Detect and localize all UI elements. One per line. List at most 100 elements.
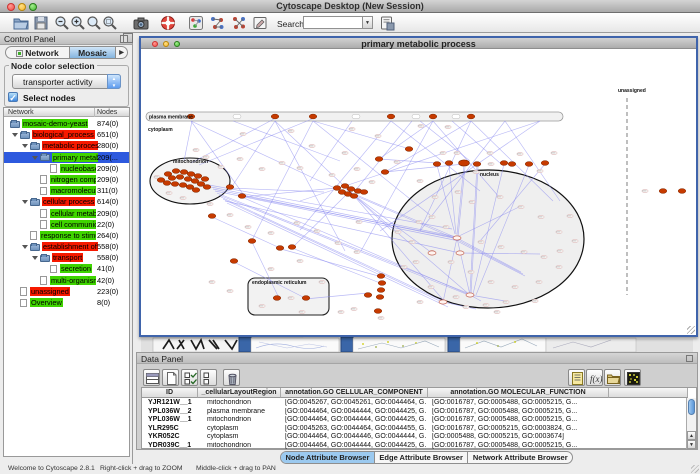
- zoom-fit-icon[interactable]: [86, 15, 102, 31]
- tree-row-secretion[interactable]: secretion41(0): [4, 263, 129, 274]
- cell-r4c4[interactable]: [GO:0016787, GO:0005215, GO:0003824, G..…: [432, 425, 607, 434]
- color-attribute-dropdown[interactable]: transporter activity ▲▼: [12, 74, 121, 89]
- gene-node: [233, 115, 241, 119]
- cell-r1c1[interactable]: YJR121W__1: [148, 399, 198, 408]
- tree-row-multi-organism-pro[interactable]: multi-organism pro42(0): [4, 275, 129, 286]
- formula-icon[interactable]: f(x): [586, 369, 603, 386]
- tree-row-primary-metabolic[interactable]: primary metabolic209(...: [4, 152, 129, 163]
- zoom-in-icon[interactable]: [70, 15, 86, 31]
- cell-r4c1[interactable]: YLR295C: [148, 425, 198, 434]
- tree-row-nucleobase-co[interactable]: nucleobase-co209(0): [4, 163, 129, 174]
- cell-r5c2[interactable]: cytoplasm: [207, 433, 284, 442]
- cell-r3c3[interactable]: [GO:0044464, GO:0044444, GO:0044425, G..…: [285, 416, 426, 425]
- matrix-icon[interactable]: [624, 369, 641, 386]
- cell-r1c3[interactable]: [GO:0045267, GO:0045261, GO:0044464, G..…: [285, 399, 426, 408]
- expand-arrow-icon[interactable]: [22, 144, 28, 148]
- tab-mosaic[interactable]: Mosaic: [70, 47, 116, 58]
- vizmapper-icon[interactable]: [188, 15, 204, 31]
- tree-row-unassigned[interactable]: unassigned223(0): [4, 286, 129, 297]
- help-icon[interactable]: [160, 15, 176, 31]
- zoom-selected-icon[interactable]: [102, 15, 118, 31]
- cell-r5c1[interactable]: YKR052C: [148, 433, 198, 442]
- tab-network[interactable]: Network: [6, 47, 70, 58]
- tree-row-nitrogen-compou[interactable]: nitrogen compou209(0): [4, 174, 129, 185]
- layout-b-icon[interactable]: [231, 15, 247, 31]
- table-scrollbar[interactable]: ▲ ▼: [686, 398, 696, 449]
- cell-r6c1[interactable]: YDR039C__1: [148, 442, 198, 451]
- cell-r5c4[interactable]: [GO:0005488, GO:0005215, GO:0003674]: [432, 433, 607, 442]
- float-panel-icon[interactable]: [120, 35, 128, 43]
- tree-row-metabolic-process[interactable]: metabolic process280(0): [4, 140, 129, 151]
- layout-a-icon[interactable]: [209, 15, 225, 31]
- app-resize-grip[interactable]: [691, 465, 699, 473]
- cell-r6c2[interactable]: mitochondrion: [207, 442, 284, 451]
- search-dropdown-arrow[interactable]: ▼: [363, 16, 373, 29]
- column-header-1[interactable]: ID: [142, 388, 198, 398]
- expand-arrow-icon[interactable]: [32, 156, 38, 160]
- data-panel-float-icon[interactable]: [686, 355, 693, 362]
- select-attributes-icon[interactable]: [143, 369, 160, 386]
- snapshot-icon[interactable]: [133, 15, 149, 31]
- tree-row-cellular-metabol[interactable]: cellular metabol209(0): [4, 208, 129, 219]
- cell-r1c4[interactable]: [GO:0016787, GO:0005488, GO:0005215, G..…: [432, 399, 607, 408]
- network-view-window[interactable]: primary metabolic process plasma membran…: [139, 36, 698, 337]
- tab-more-arrow[interactable]: ▶: [116, 47, 127, 58]
- new-attribute-icon[interactable]: [162, 369, 179, 386]
- unselect-all-icon[interactable]: [200, 369, 217, 386]
- cell-r2c1[interactable]: YPL036W__2: [148, 408, 198, 417]
- expand-arrow-icon[interactable]: [22, 245, 28, 249]
- dropdown-stepper-icon: ▲▼: [107, 74, 121, 89]
- cell-r4c3[interactable]: [GO:0045263, GO:0044464, GO:0044455, G..…: [285, 425, 426, 434]
- cell-r4c2[interactable]: cytoplasm: [207, 425, 284, 434]
- tree-row-overview[interactable]: Overview8(0): [4, 297, 129, 308]
- annotation-icon[interactable]: [252, 15, 268, 31]
- expand-arrow-icon[interactable]: [32, 256, 38, 260]
- attribute-list-icon[interactable]: [568, 369, 585, 386]
- tree-row-response-to-stimulu[interactable]: response to stimulu264(0): [4, 230, 129, 241]
- view-resize-grip[interactable]: [687, 326, 695, 334]
- tree-row-biological-process[interactable]: biological_process651(0): [4, 129, 129, 140]
- cell-r3c2[interactable]: mitochondrion: [207, 416, 284, 425]
- search-go-icon[interactable]: [379, 15, 395, 31]
- cell-r5c3[interactable]: [GO:0044464, GO:0044446, GO:0044444, G..…: [285, 433, 426, 442]
- scroll-up-arrow[interactable]: ▲: [687, 431, 696, 440]
- select-nodes-checkbox[interactable]: ✓: [8, 92, 18, 102]
- network-canvas[interactable]: plasma membranecytoplasmmitochondrionnuc…: [141, 50, 696, 335]
- tree-row-cellular-process[interactable]: cellular process614(0): [4, 196, 129, 207]
- cell-r2c2[interactable]: plasma membrane: [207, 408, 284, 417]
- column-header-2[interactable]: _cellularLayoutRegion: [198, 388, 281, 398]
- window-titlebar[interactable]: Cytoscape Desktop (New Session): [0, 0, 700, 13]
- expand-arrow-icon[interactable]: [12, 133, 18, 137]
- cell-r2c3[interactable]: [GO:0044464, GO:0044444, GO:0044425, G..…: [285, 408, 426, 417]
- cell-r6c3[interactable]: [GO:0044464, GO:0044444, GO:0044425, G..…: [285, 442, 426, 451]
- tree-row-mosaic-demo-yeast[interactable]: mosaic-demo-yeast874(0): [4, 118, 129, 129]
- cell-r3c4[interactable]: [GO:0016787, GO:0005488, GO:0005215, G..…: [432, 416, 607, 425]
- cell-r3c1[interactable]: YPL036W__1: [148, 416, 198, 425]
- tree-row-cell-communicati[interactable]: cell communicati22(0): [4, 219, 129, 230]
- cell-r6c4[interactable]: [GO:0016787, GO:0005488, GO:0005215, G..…: [432, 442, 607, 451]
- tab-network-attribute-browser[interactable]: Network Attribute Browser: [468, 452, 572, 463]
- scrollbar-thumb[interactable]: [688, 399, 695, 415]
- network-window-titlebar[interactable]: primary metabolic process: [141, 38, 696, 49]
- open-icon[interactable]: [13, 15, 29, 31]
- cell-r2c4[interactable]: [GO:0016787, GO:0005488, GO:0005215, G..…: [432, 408, 607, 417]
- tab-node-attribute-browser[interactable]: Node Attribute Browser: [281, 452, 375, 463]
- delete-attribute-icon[interactable]: [223, 369, 240, 386]
- import-icon[interactable]: [604, 369, 621, 386]
- scroll-down-arrow[interactable]: ▼: [687, 440, 696, 449]
- column-header-3[interactable]: annotation.GO CELLULAR_COMPONENT: [281, 388, 428, 398]
- tree-row-count: 223(0): [97, 287, 118, 296]
- zoom-out-icon[interactable]: [54, 15, 70, 31]
- cell-r1c2[interactable]: mitochondrion: [207, 399, 284, 408]
- search-input[interactable]: [303, 16, 363, 29]
- folder-icon: [40, 255, 50, 262]
- tree-row-establishment-of-lo[interactable]: establishment of lo558(0): [4, 241, 129, 252]
- expand-arrow-icon[interactable]: [22, 200, 28, 204]
- tree-row-transport[interactable]: transport558(0): [4, 252, 129, 263]
- attribute-table[interactable]: ID_cellularLayoutRegionannotation.GO CEL…: [141, 387, 697, 449]
- save-icon[interactable]: [33, 15, 49, 31]
- tree-row-macromolecule[interactable]: macromolecule311(0): [4, 185, 129, 196]
- column-header-4[interactable]: annotation.GO MOLECULAR_FUNCTION: [428, 388, 609, 398]
- tab-edge-attribute-browser[interactable]: Edge Attribute Browser: [375, 452, 468, 463]
- select-all-icon[interactable]: [181, 369, 198, 386]
